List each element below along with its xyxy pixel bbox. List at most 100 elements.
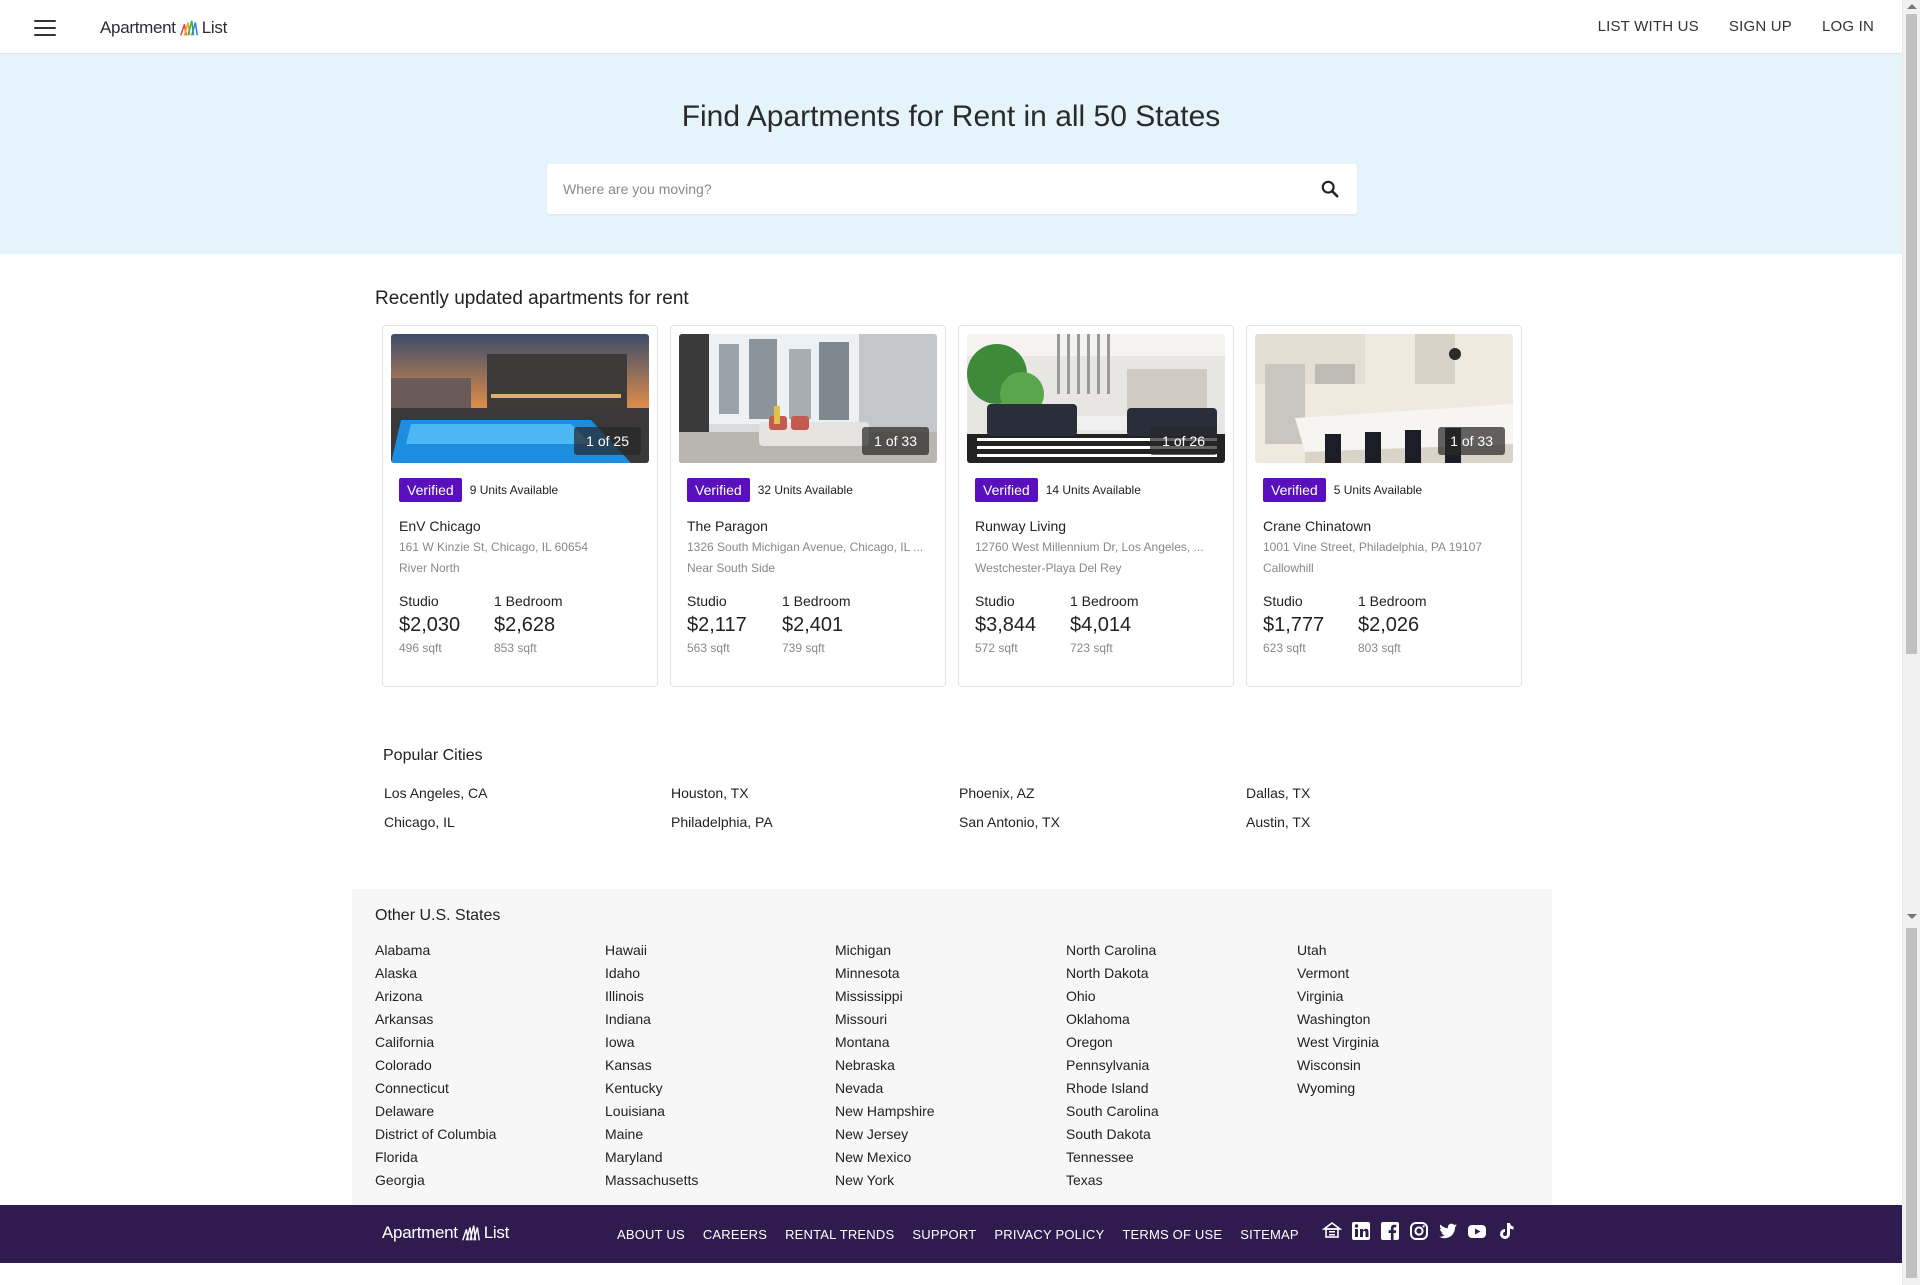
listing-card[interactable]: 1 of 33 Verified 5 Units Available Crane… <box>1246 325 1522 687</box>
equal-housing-icon[interactable] <box>1321 1221 1343 1241</box>
state-link[interactable]: Mississippi <box>835 985 1066 1008</box>
city-link[interactable]: Houston, TX <box>671 785 959 802</box>
footer-careers[interactable]: CAREERS <box>703 1227 767 1242</box>
state-link[interactable]: Wyoming <box>1297 1077 1527 1100</box>
facebook-icon[interactable] <box>1380 1221 1400 1241</box>
state-link[interactable]: Washington <box>1297 1008 1527 1031</box>
listing-name[interactable]: Crane Chinatown <box>1263 518 1371 534</box>
state-link[interactable]: Idaho <box>605 962 835 985</box>
state-link[interactable]: Michigan <box>835 939 1066 962</box>
scrollbar-thumb[interactable] <box>1906 14 1917 654</box>
state-link[interactable]: California <box>375 1031 605 1054</box>
listing-card[interactable]: 1 of 25 Verified 9 Units Available EnV C… <box>382 325 658 687</box>
listing-name[interactable]: The Paragon <box>687 518 768 534</box>
state-link[interactable]: North Dakota <box>1066 962 1297 985</box>
state-link[interactable]: District of Columbia <box>375 1123 605 1146</box>
state-link[interactable]: Nevada <box>835 1077 1066 1100</box>
listing-card[interactable]: 1 of 33 Verified 32 Units Available The … <box>670 325 946 687</box>
logo-mark-icon <box>179 20 198 36</box>
state-link[interactable]: Hawaii <box>605 939 835 962</box>
site-logo[interactable]: Apartment List <box>100 16 227 40</box>
listing-photo[interactable]: 1 of 25 <box>391 334 649 463</box>
state-link[interactable]: Texas <box>1066 1169 1297 1192</box>
state-link[interactable]: Oklahoma <box>1066 1008 1297 1031</box>
state-link[interactable]: New Jersey <box>835 1123 1066 1146</box>
menu-icon[interactable] <box>34 20 56 36</box>
scrollbar-thumb-lower[interactable] <box>1906 928 1917 1278</box>
state-link[interactable]: Delaware <box>375 1100 605 1123</box>
footer-rental-trends[interactable]: RENTAL TRENDS <box>785 1227 894 1242</box>
footer-support[interactable]: SUPPORT <box>912 1227 976 1242</box>
state-link[interactable]: Utah <box>1297 939 1527 962</box>
listing-card[interactable]: 1 of 26 Verified 14 Units Available Runw… <box>958 325 1234 687</box>
state-link[interactable]: Connecticut <box>375 1077 605 1100</box>
state-link[interactable]: New York <box>835 1169 1066 1192</box>
state-link[interactable]: Vermont <box>1297 962 1527 985</box>
city-link[interactable]: Phoenix, AZ <box>959 785 1246 802</box>
state-link[interactable]: Florida <box>375 1146 605 1169</box>
state-link[interactable]: Indiana <box>605 1008 835 1031</box>
twitter-icon[interactable] <box>1438 1221 1458 1241</box>
search-icon[interactable] <box>1321 180 1339 198</box>
scroll-up-icon[interactable] <box>1907 4 1917 9</box>
state-link[interactable]: North Carolina <box>1066 939 1297 962</box>
state-link[interactable]: Nebraska <box>835 1054 1066 1077</box>
state-link[interactable]: Wisconsin <box>1297 1054 1527 1077</box>
state-link[interactable]: Massachusetts <box>605 1169 835 1192</box>
listing-name[interactable]: EnV Chicago <box>399 518 481 534</box>
state-link[interactable]: Missouri <box>835 1008 1066 1031</box>
search-input[interactable] <box>547 164 1307 214</box>
city-link[interactable]: Los Angeles, CA <box>384 785 671 802</box>
city-link[interactable]: Chicago, IL <box>384 814 671 831</box>
state-link[interactable]: Colorado <box>375 1054 605 1077</box>
tiktok-icon[interactable] <box>1496 1221 1516 1241</box>
state-link[interactable]: Pennsylvania <box>1066 1054 1297 1077</box>
instagram-icon[interactable] <box>1409 1221 1429 1241</box>
nav-sign-up[interactable]: SIGN UP <box>1729 18 1792 35</box>
state-link[interactable]: New Hampshire <box>835 1100 1066 1123</box>
state-link[interactable]: Kansas <box>605 1054 835 1077</box>
state-link[interactable]: Arkansas <box>375 1008 605 1031</box>
state-link[interactable]: Alabama <box>375 939 605 962</box>
state-link[interactable]: New Mexico <box>835 1146 1066 1169</box>
state-link[interactable]: Maine <box>605 1123 835 1146</box>
city-link[interactable]: Dallas, TX <box>1246 785 1533 802</box>
city-link[interactable]: Austin, TX <box>1246 814 1533 831</box>
state-link[interactable]: Alaska <box>375 962 605 985</box>
footer-privacy-policy[interactable]: PRIVACY POLICY <box>994 1227 1104 1242</box>
state-link[interactable]: Tennessee <box>1066 1146 1297 1169</box>
state-link[interactable]: Louisiana <box>605 1100 835 1123</box>
nav-log-in[interactable]: LOG IN <box>1822 18 1874 35</box>
scroll-down-icon[interactable] <box>1907 914 1917 919</box>
city-link[interactable]: San Antonio, TX <box>959 814 1246 831</box>
state-link[interactable]: Kentucky <box>605 1077 835 1100</box>
footer-sitemap[interactable]: SITEMAP <box>1240 1227 1298 1242</box>
footer-logo[interactable]: Apartment List <box>382 1222 509 1244</box>
linkedin-icon[interactable] <box>1351 1221 1371 1241</box>
nav-list-with-us[interactable]: LIST WITH US <box>1598 18 1699 35</box>
state-link[interactable]: Ohio <box>1066 985 1297 1008</box>
state-link[interactable]: South Dakota <box>1066 1123 1297 1146</box>
state-link[interactable]: Georgia <box>375 1169 605 1192</box>
state-link[interactable]: Iowa <box>605 1031 835 1054</box>
listing-photo[interactable]: 1 of 26 <box>967 334 1225 463</box>
state-link[interactable]: Illinois <box>605 985 835 1008</box>
state-link[interactable]: Virginia <box>1297 985 1527 1008</box>
listing-name[interactable]: Runway Living <box>975 518 1066 534</box>
state-link[interactable]: Maryland <box>605 1146 835 1169</box>
youtube-icon[interactable] <box>1467 1221 1487 1241</box>
state-link[interactable]: Minnesota <box>835 962 1066 985</box>
state-link[interactable]: Montana <box>835 1031 1066 1054</box>
state-link[interactable]: Arizona <box>375 985 605 1008</box>
sqft: 739 sqft <box>782 641 825 655</box>
city-link[interactable]: Philadelphia, PA <box>671 814 959 831</box>
footer-terms-of-use[interactable]: TERMS OF USE <box>1122 1227 1222 1242</box>
state-link[interactable]: Rhode Island <box>1066 1077 1297 1100</box>
footer-about-us[interactable]: ABOUT US <box>617 1227 685 1242</box>
state-link[interactable]: Oregon <box>1066 1031 1297 1054</box>
vertical-scrollbar[interactable] <box>1902 0 1920 1285</box>
state-link[interactable]: West Virginia <box>1297 1031 1527 1054</box>
listing-photo[interactable]: 1 of 33 <box>1255 334 1513 463</box>
state-link[interactable]: South Carolina <box>1066 1100 1297 1123</box>
listing-photo[interactable]: 1 of 33 <box>679 334 937 463</box>
